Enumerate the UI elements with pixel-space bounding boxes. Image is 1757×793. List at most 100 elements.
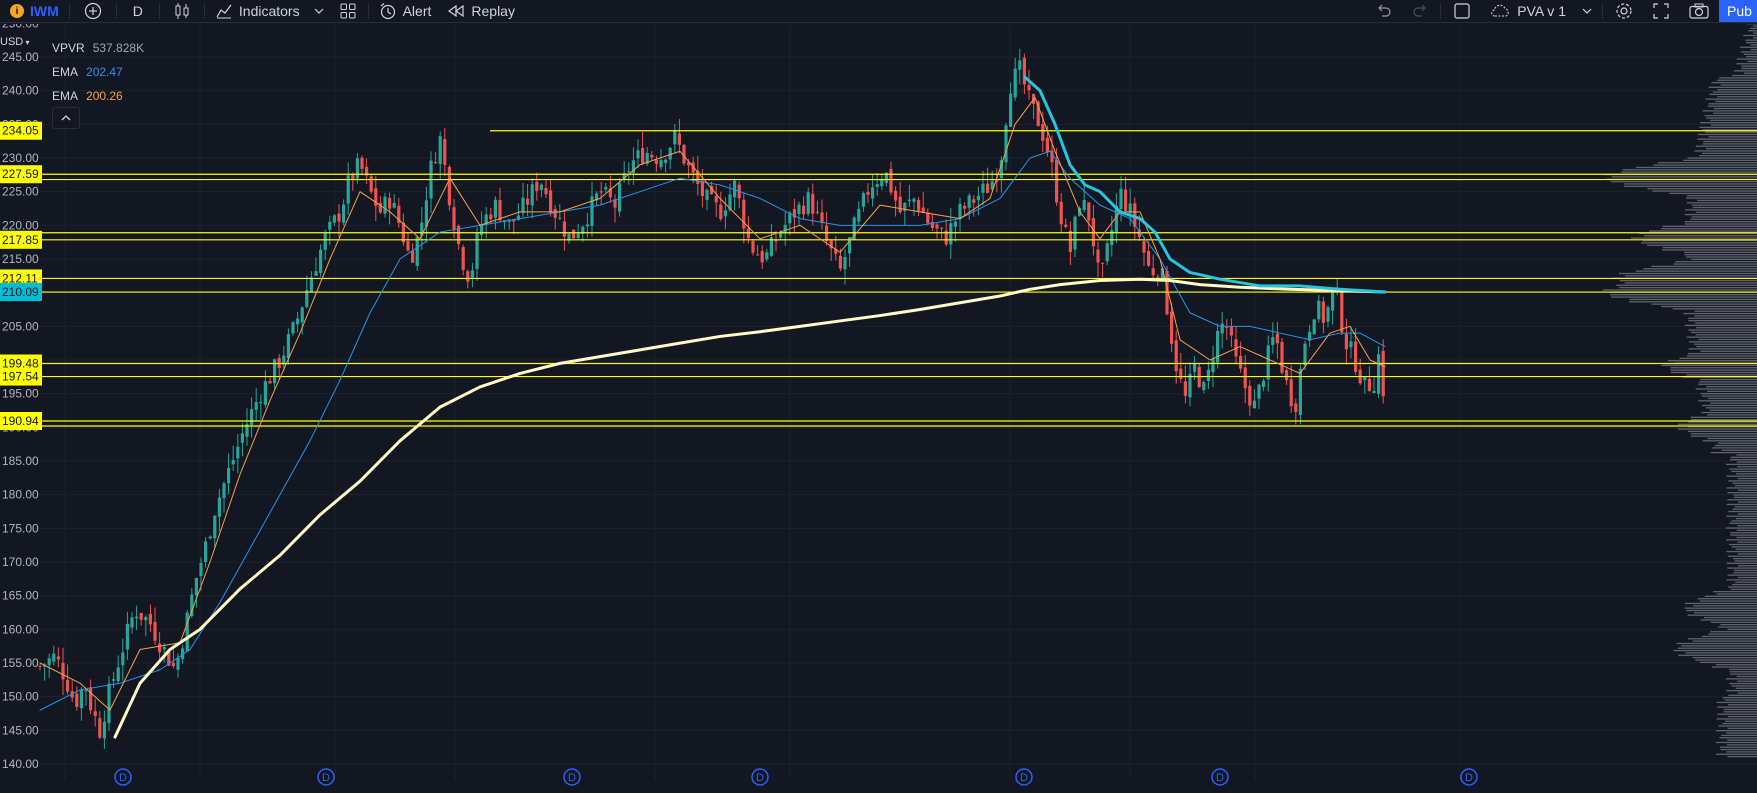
volume-profile-bar: [1726, 475, 1757, 477]
currency-selector[interactable]: USD ▾: [0, 36, 34, 52]
volume-profile-bar: [1686, 336, 1757, 338]
volume-profile-bar: [1733, 496, 1757, 499]
layout-name-button[interactable]: PVA v 1: [1481, 0, 1574, 22]
price-chart[interactable]: 140.00 145.00 150.00 155.00 160.00 165.00 170.…: [0, 24, 1757, 793]
candle-body: [259, 401, 263, 404]
volume-profile-bar: [1705, 98, 1757, 100]
volume-profile-bar: [1708, 136, 1757, 138]
candle-body: [1018, 60, 1022, 70]
legend-collapse-button[interactable]: [52, 107, 80, 129]
volume-profile-bar: [1745, 39, 1757, 41]
price-tag-label: 190.94: [2, 414, 39, 428]
compare-button[interactable]: [72, 0, 114, 22]
volume-profile-bar: [1687, 614, 1757, 616]
candle-body: [204, 541, 208, 562]
volume-profile-bar: [1730, 673, 1757, 675]
indicators-button[interactable]: Indicators: [207, 0, 308, 22]
candle-body: [1068, 230, 1072, 252]
volume-profile-bar: [1703, 616, 1757, 619]
indicators-icon: [216, 4, 232, 19]
volume-profile-bar: [1653, 164, 1757, 166]
layout-dropdown-button[interactable]: [1574, 0, 1600, 22]
price-tag-label: 197.54: [2, 370, 39, 384]
volume-profile-bar: [1672, 308, 1757, 310]
volume-profile-bar: [1706, 147, 1757, 150]
candle-body: [1064, 224, 1068, 227]
volume-profile-bar: [1690, 433, 1757, 435]
candle-body: [291, 322, 295, 334]
volume-profile-bar: [1728, 480, 1757, 482]
volume-profile-bar: [1695, 211, 1757, 213]
undo-button[interactable]: [1366, 0, 1402, 22]
publish-button[interactable]: Pub: [1719, 0, 1757, 22]
candle-body: [972, 199, 976, 203]
volume-profile-bar: [1623, 185, 1757, 187]
candle-body: [194, 577, 198, 596]
candle-body: [1349, 341, 1353, 348]
volume-profile-bar: [1692, 656, 1757, 659]
volume-profile-bar: [1716, 701, 1757, 704]
price-axis-tick-label: 230.00: [2, 151, 39, 165]
indicators-dropdown-button[interactable]: [308, 0, 330, 22]
volume-profile-bar: [1684, 223, 1757, 225]
candle-body: [1082, 199, 1086, 211]
layout-grid-button[interactable]: [330, 0, 366, 22]
candle-body: [765, 252, 769, 260]
candle-body: [654, 160, 658, 164]
grid-icon: [340, 3, 356, 19]
volume-profile-bar: [1686, 374, 1757, 376]
indicator-legend: VPVR 537.828K EMA 202.47 EMA 200.26: [52, 36, 144, 108]
interval-button[interactable]: D: [119, 0, 157, 22]
candle-body: [107, 683, 111, 723]
candle-body: [369, 176, 373, 192]
candle-body: [323, 233, 327, 250]
fullscreen-button[interactable]: [1643, 0, 1679, 22]
redo-button[interactable]: [1402, 0, 1438, 22]
volume-profile-bar: [1688, 348, 1757, 350]
chart-area[interactable]: 140.00 145.00 150.00 155.00 160.00 165.00 170.…: [0, 24, 1757, 793]
settings-button[interactable]: [1605, 0, 1643, 22]
price-tag-label: 217.85: [2, 233, 39, 247]
volume-profile-bar: [1698, 400, 1757, 402]
volume-profile-bar: [1697, 598, 1757, 600]
volume-profile-bar: [1695, 145, 1757, 147]
snapshot-button[interactable]: [1679, 0, 1719, 22]
volume-profile-bar: [1621, 171, 1757, 173]
symbol-button[interactable]: i IWM: [0, 0, 67, 22]
candle-body: [61, 663, 65, 680]
toolbar-right-group: PVA v 1 Pub: [1366, 0, 1757, 22]
chart-type-button[interactable]: [162, 0, 202, 22]
volume-profile-bar: [1643, 235, 1757, 237]
candle-body: [1372, 390, 1376, 394]
alert-button[interactable]: Alert: [371, 0, 440, 22]
ema-blue-line: [39, 150, 1386, 711]
price-tag-label: 227.59: [2, 167, 39, 181]
volume-profile-bar: [1728, 543, 1757, 546]
candle-body: [1193, 363, 1197, 372]
divider: [1440, 3, 1442, 19]
volume-profile-bar: [1728, 694, 1757, 696]
candle-body: [144, 616, 148, 621]
volume-profile-bar: [1730, 534, 1757, 536]
volume-profile-bar: [1734, 560, 1757, 562]
legend-row-ema-2[interactable]: EMA 200.26: [52, 84, 144, 108]
volume-profile-bar: [1730, 588, 1757, 590]
volume-profile-bar: [1611, 176, 1757, 178]
candle-body: [1151, 268, 1155, 276]
volume-profile-bar: [1667, 360, 1757, 362]
volume-profile-bar: [1729, 671, 1757, 673]
candle-body: [309, 277, 313, 293]
volume-profile-bar: [1740, 51, 1757, 53]
candle-body: [498, 200, 502, 221]
volume-profile-bar: [1703, 140, 1757, 143]
volume-profile-bar: [1677, 647, 1757, 649]
candle-body: [1340, 290, 1344, 333]
volume-profile-bar: [1705, 131, 1757, 133]
volume-profile-bar: [1683, 159, 1757, 162]
legend-row-ema-1[interactable]: EMA 202.47: [52, 60, 144, 84]
volume-profile-bar: [1611, 296, 1757, 298]
volume-profile-bar: [1704, 114, 1757, 117]
replay-button[interactable]: Replay: [439, 0, 523, 22]
legend-row-vpvr[interactable]: VPVR 537.828K: [52, 36, 144, 60]
select-layout-button[interactable]: [1443, 0, 1481, 22]
